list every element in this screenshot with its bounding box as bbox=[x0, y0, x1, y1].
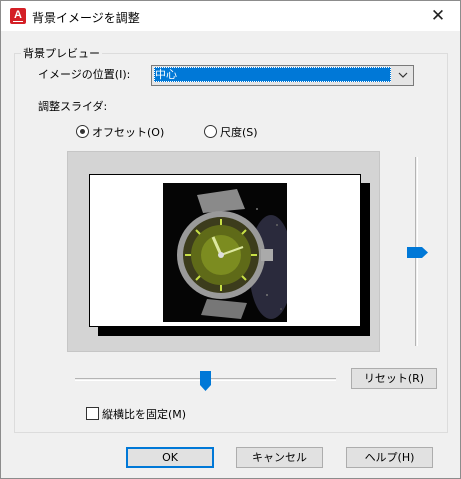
scale-radio-circle bbox=[204, 125, 217, 138]
offset-radio-circle bbox=[76, 125, 89, 138]
image-position-select[interactable]: 中心 bbox=[151, 65, 414, 86]
image-position-label: イメージの位置(I): bbox=[38, 68, 131, 81]
reset-button[interactable]: リセット(R) bbox=[351, 368, 437, 389]
arrow-down-thumb-icon[interactable] bbox=[200, 371, 211, 391]
cancel-button[interactable]: キャンセル bbox=[236, 447, 323, 468]
offset-radio-label: オフセット(O) bbox=[92, 126, 165, 139]
close-icon[interactable]: ✕ bbox=[418, 1, 458, 31]
scale-radio-label: 尺度(S) bbox=[220, 126, 258, 139]
preview-watch-image bbox=[163, 183, 287, 322]
background-preview-label: 背景プレビュー bbox=[21, 45, 102, 61]
ok-button[interactable]: OK bbox=[126, 447, 214, 468]
lock-aspect-box bbox=[86, 407, 99, 420]
watch-image-graphic bbox=[163, 183, 287, 322]
title-bar: A 背景イメージを調整 ✕ bbox=[1, 1, 460, 31]
image-position-value: 中心 bbox=[154, 67, 391, 82]
app-icon-letter: A bbox=[14, 9, 22, 21]
lock-aspect-label: 縦横比を固定(M) bbox=[102, 408, 187, 421]
adjust-background-dialog: A 背景イメージを調整 ✕ 背景プレビュー イメージの位置(I): 中心 調整ス… bbox=[0, 0, 461, 479]
help-button[interactable]: ヘルプ(H) bbox=[346, 447, 433, 468]
arrow-right-thumb-icon[interactable] bbox=[407, 247, 428, 258]
autocad-app-icon: A bbox=[10, 8, 26, 24]
chevron-down-icon bbox=[398, 72, 408, 78]
adjust-slider-label: 調整スライダ: bbox=[38, 100, 108, 113]
offset-radio-dot bbox=[80, 129, 85, 134]
window-title: 背景イメージを調整 bbox=[32, 11, 140, 25]
